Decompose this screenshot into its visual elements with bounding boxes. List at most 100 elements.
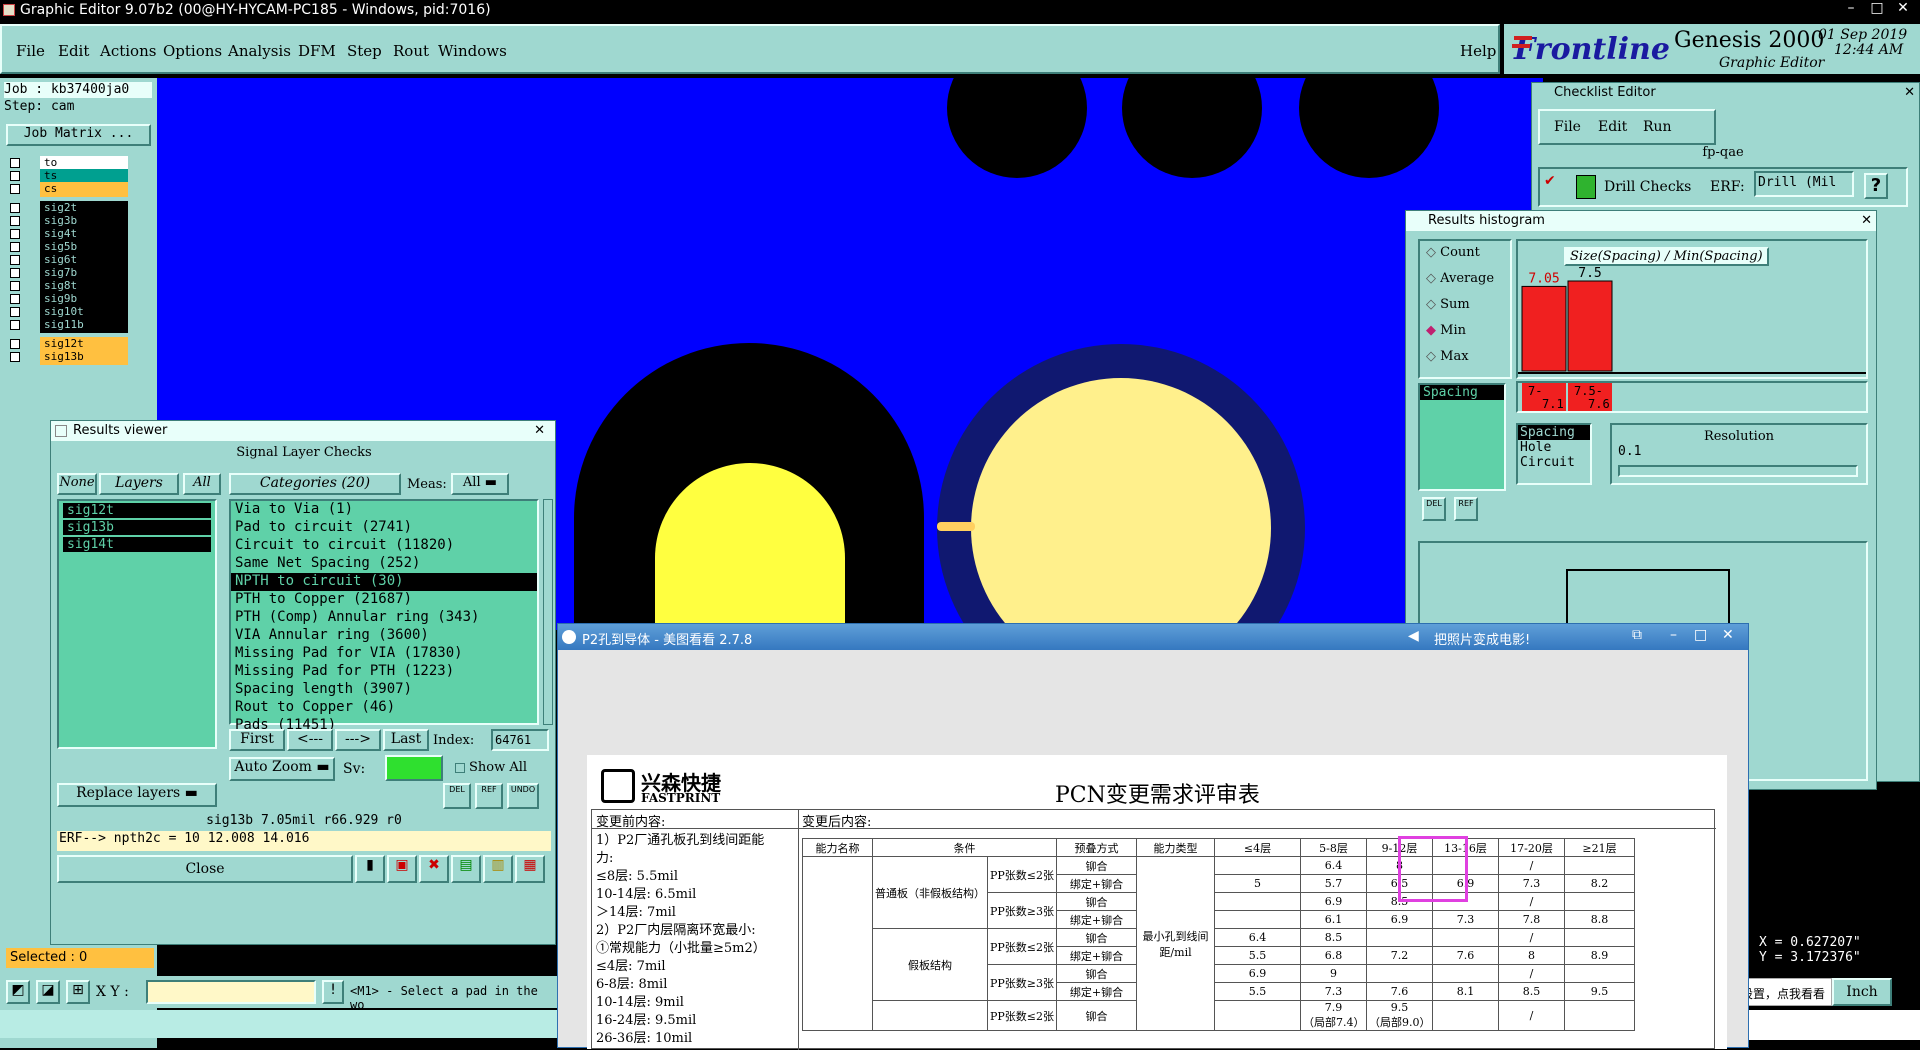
close-icon[interactable]: ✕ [1861,213,1872,228]
prev-button[interactable]: <--- [287,729,333,751]
menu-actions[interactable]: Actions [100,42,156,60]
close-icon[interactable]: ✕ [1904,85,1915,100]
delete-icon[interactable]: ✖ [419,855,449,883]
menu-dfm[interactable]: DFM [298,42,336,60]
close-icon[interactable]: ✕ [534,423,545,438]
layer-result-list[interactable]: sig12t sig13b sig14t [57,499,217,749]
tool-icon[interactable]: ◩ [6,980,30,1004]
result-layer-item[interactable]: sig12t [63,503,211,518]
close-icon[interactable]: ✕ [1722,627,1734,643]
layer-checkbox[interactable] [10,294,20,304]
minimize-button[interactable]: – [1840,0,1862,20]
last-button[interactable]: Last [383,729,429,751]
auto-zoom-select[interactable]: Auto Zoom ▬ [229,757,335,781]
job-matrix-button[interactable]: Job Matrix ... [6,124,151,146]
replace-layers-select[interactable]: Replace layers ▬ [57,783,217,807]
close-window-button[interactable]: ✕ [1892,0,1914,20]
mode-radio-sum[interactable]: ◇ Sum [1420,293,1510,319]
minimize-icon[interactable]: – [1670,627,1677,643]
maximize-icon[interactable]: □ [1694,627,1707,643]
menu-help[interactable]: Help [1460,42,1496,60]
mode-radio-count[interactable]: ◇ Count [1420,241,1510,267]
category-item[interactable]: PTH (Comp) Annular ring (343) [231,609,537,627]
tool-icon[interactable]: ▮ [355,855,385,883]
histogram-ref-button[interactable]: REF [1454,497,1478,521]
units-select[interactable]: Inch [1832,978,1892,1006]
category-item[interactable]: NPTH to circuit (30) [231,573,537,591]
layer-checkbox[interactable] [10,158,20,168]
layer-name[interactable]: sig11b [40,318,128,333]
layer-checkbox[interactable] [10,171,20,181]
layer-checkbox[interactable] [10,320,20,330]
tool-icon[interactable]: ▤ [451,855,481,883]
category-list[interactable]: Via to Via (1) Pad to circuit (2741) Circu… [229,499,539,733]
measure-item-hole[interactable]: Hole [1518,440,1590,455]
tool-icon[interactable]: ◪ [36,980,60,1004]
layers-button[interactable]: Layers [99,473,179,495]
histogram-bar[interactable] [1567,280,1613,372]
show-all-checkbox[interactable] [455,763,465,773]
xy-input[interactable] [146,980,316,1004]
menu-options[interactable]: Options [163,42,222,60]
layer-checkbox[interactable] [10,184,20,194]
grid-icon[interactable]: ⊞ [66,980,90,1004]
sv-select[interactable] [385,755,443,781]
category-item[interactable]: Rout to Copper (46) [231,699,537,717]
menu-rout[interactable]: Rout [393,42,429,60]
screen-icon[interactable]: ⧉ [1632,627,1642,643]
layer-row[interactable]: sig13b [6,350,128,365]
layer-checkbox[interactable] [10,255,20,265]
category-item[interactable]: Pad to circuit (2741) [231,519,537,537]
category-item[interactable]: Spacing length (3907) [231,681,537,699]
all-button[interactable]: All [183,473,221,495]
menu-edit[interactable]: Edit [58,42,89,60]
checklist-menu-run[interactable]: Run [1643,119,1672,135]
category-item[interactable]: Via to Via (1) [231,501,537,519]
layer-row[interactable]: sig11b [6,318,128,333]
none-button[interactable]: None [57,473,97,495]
menu-file[interactable]: File [16,42,45,60]
layer-checkbox[interactable] [10,307,20,317]
measure-list[interactable]: Spacing Hole Circuit [1516,423,1592,485]
result-layer-item[interactable]: sig14t [63,537,211,552]
category-item[interactable]: Same Net Spacing (252) [231,555,537,573]
help-button[interactable]: ? [1864,173,1888,199]
category-item[interactable]: Circuit to circuit (11820) [231,537,537,555]
layer-checkbox[interactable] [10,216,20,226]
layer-checkbox[interactable] [10,268,20,278]
histogram-icon[interactable]: ▦ [515,855,545,883]
category-item[interactable]: VIA Annular ring (3600) [231,627,537,645]
menu-analysis[interactable]: Analysis [228,42,291,60]
result-layer-item[interactable]: sig13b [63,520,211,535]
resolution-slider[interactable] [1618,465,1858,477]
categories-button[interactable]: Categories (20) [229,473,401,495]
close-button[interactable]: Close [57,855,353,883]
menu-step[interactable]: Step [347,42,382,60]
del-button[interactable]: DEL [443,783,471,809]
layer-name[interactable]: sig13b [40,350,128,365]
measure-item-spacing[interactable]: Spacing [1518,425,1590,440]
layer-row[interactable]: cs [6,182,128,197]
category-item[interactable]: Missing Pad for VIA (17830) [231,645,537,663]
category-scrollbar[interactable] [543,499,553,725]
category-item[interactable]: Missing Pad for PTH (1223) [231,663,537,681]
menu-windows[interactable]: Windows [438,42,507,60]
mode-radio-average[interactable]: ◇ Average [1420,267,1510,293]
layer-checkbox[interactable] [10,352,20,362]
maximize-button[interactable]: □ [1866,0,1888,20]
layer-checkbox[interactable] [10,242,20,252]
meas-select[interactable]: All ▬ [451,473,509,495]
next-button[interactable]: ---> [335,729,381,751]
checklist-menu-edit[interactable]: Edit [1598,119,1627,135]
checkmark-icon[interactable]: ✔ [1544,173,1556,189]
layer-checkbox[interactable] [10,203,20,213]
index-field[interactable]: 64761 [491,729,549,751]
layer-name[interactable]: cs [40,182,128,197]
speaker-icon[interactable]: ◀ [1408,628,1419,644]
ref-button[interactable]: REF [475,783,503,809]
layer-checkbox[interactable] [10,229,20,239]
first-button[interactable]: First [229,729,285,751]
histogram-list[interactable]: Spacing [1418,383,1506,491]
histogram-bar[interactable] [1521,285,1567,372]
category-item[interactable]: PTH to Copper (21687) [231,591,537,609]
